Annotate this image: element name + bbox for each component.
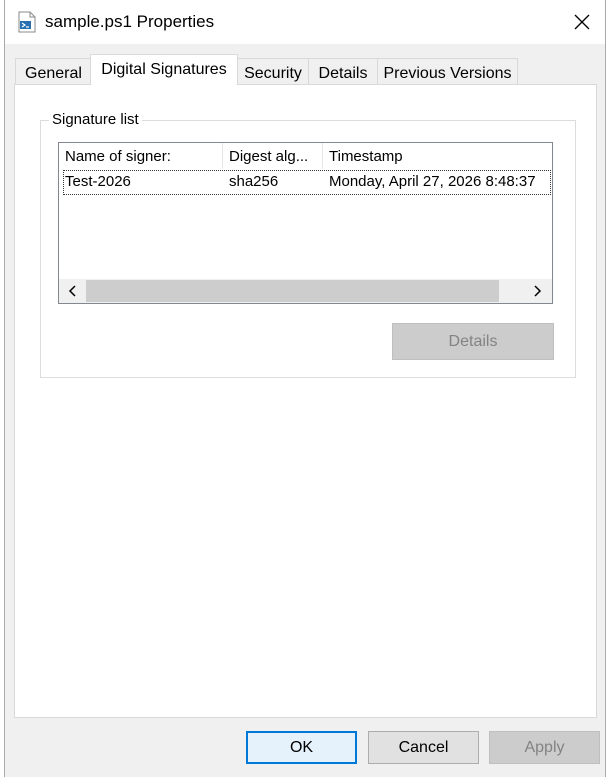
tab-security[interactable]: Security (237, 58, 309, 85)
scroll-left-button[interactable] (61, 281, 85, 301)
tab-previous-versions[interactable]: Previous Versions (377, 58, 518, 85)
tab-panel: Signature list Name of signer: Digest al… (14, 84, 597, 718)
column-header-digest[interactable]: Digest alg... (223, 143, 323, 169)
digest-cell: sha256 (229, 173, 279, 190)
tab-details[interactable]: Details (308, 58, 378, 85)
close-icon (574, 14, 590, 30)
scrollbar-thumb[interactable] (86, 280, 499, 302)
chevron-left-icon (68, 285, 76, 297)
listview-header: Name of signer: Digest alg... Timestamp (59, 143, 552, 169)
title-bar[interactable]: sample.ps1 Properties (5, 0, 605, 44)
close-button[interactable] (559, 0, 605, 44)
column-header-timestamp[interactable]: Timestamp (323, 143, 552, 169)
scroll-right-button[interactable] (525, 281, 549, 301)
chevron-right-icon (534, 285, 542, 297)
powershell-file-icon (17, 11, 37, 33)
ok-button[interactable]: OK (246, 731, 357, 764)
timestamp-cell: Monday, April 27, 2026 8:48:37 (329, 173, 536, 190)
cancel-button[interactable]: Cancel (368, 731, 479, 764)
signature-listview[interactable]: Name of signer: Digest alg... Timestamp … (58, 142, 553, 304)
tab-digital-signatures[interactable]: Digital Signatures (90, 54, 238, 85)
column-header-signer[interactable]: Name of signer: (59, 143, 223, 169)
signer-name-cell: Test-2026 (65, 173, 131, 190)
signature-list-label: Signature list (49, 111, 142, 128)
details-button[interactable]: Details (392, 323, 554, 360)
horizontal-scrollbar[interactable] (59, 279, 552, 303)
apply-button[interactable]: Apply (489, 731, 600, 764)
properties-dialog: sample.ps1 Properties General Digital Si… (4, 0, 606, 777)
dialog-title: sample.ps1 Properties (45, 12, 215, 31)
tab-general[interactable]: General (15, 58, 92, 85)
